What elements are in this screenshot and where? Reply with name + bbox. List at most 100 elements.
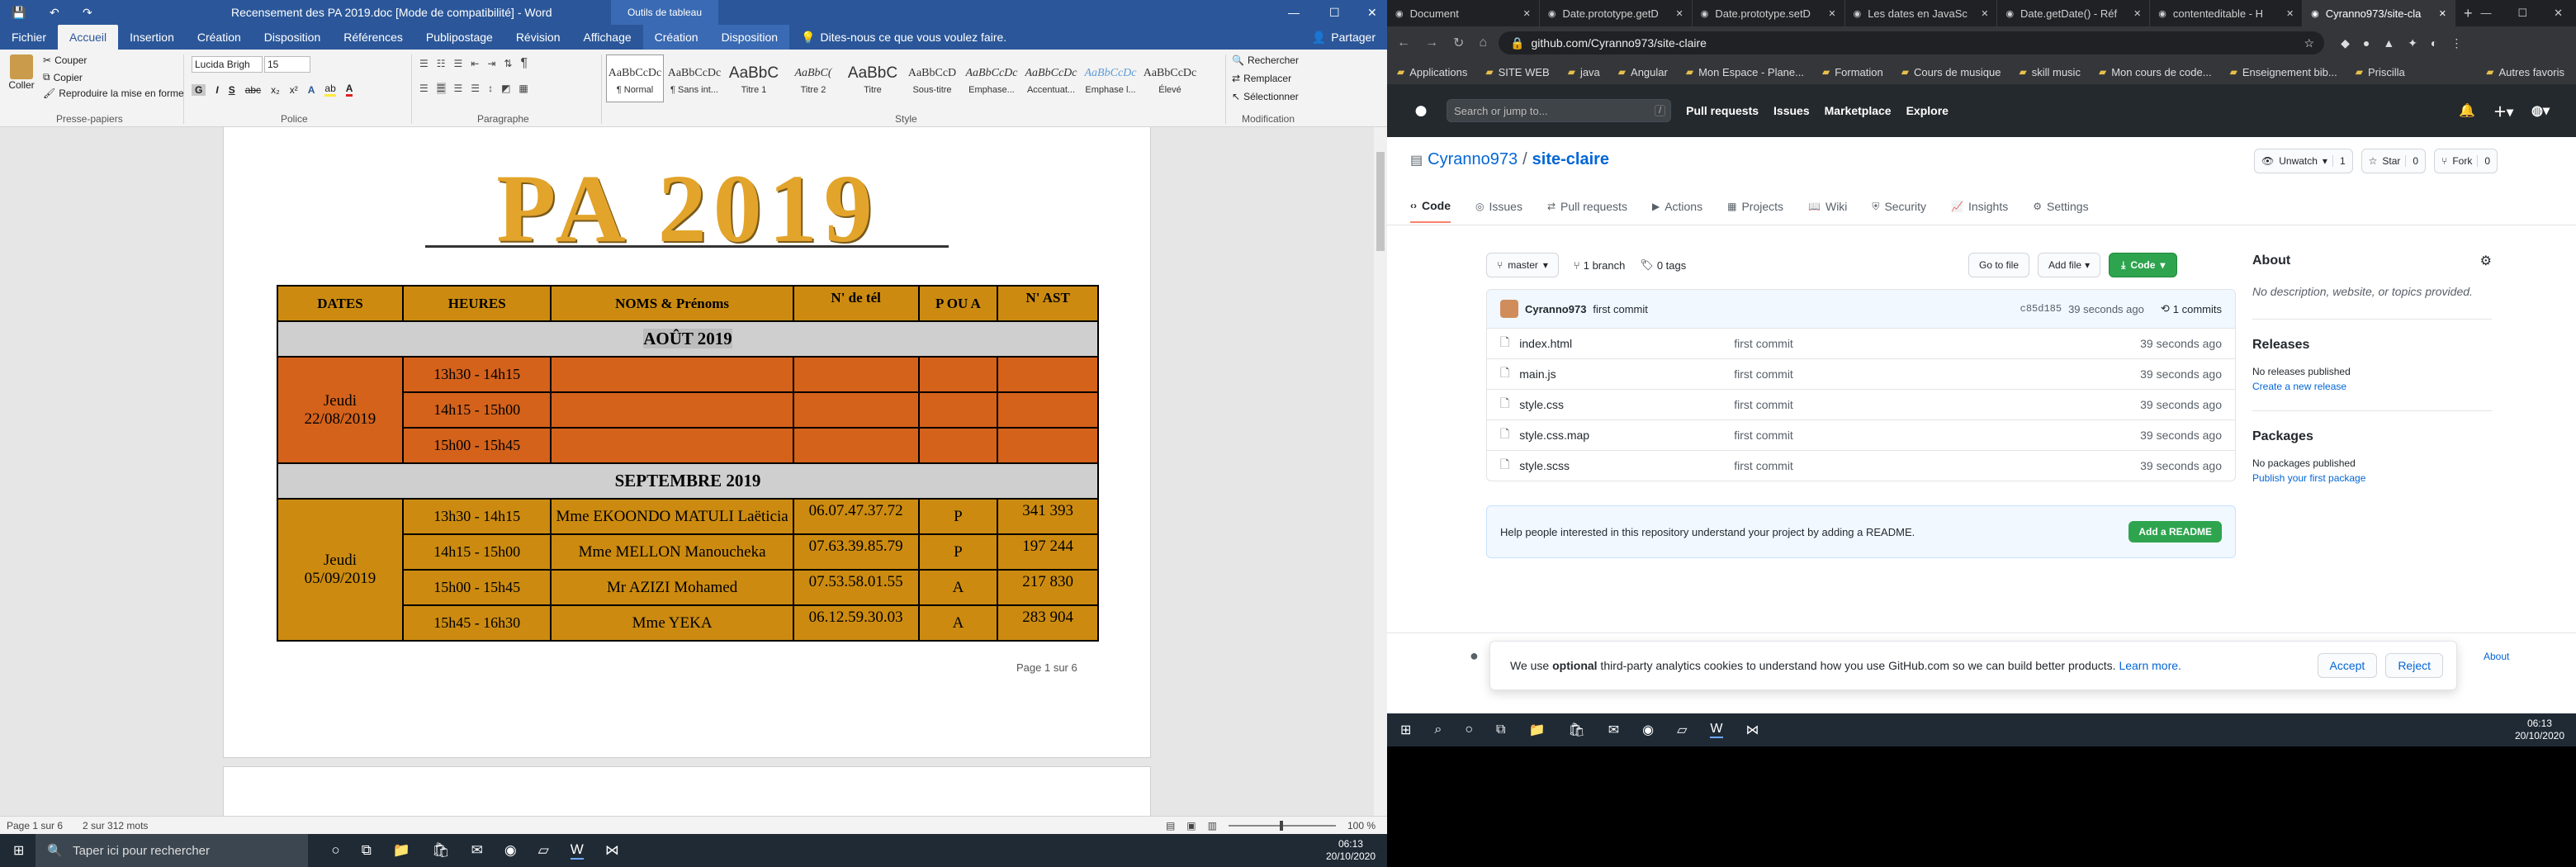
repo-tab[interactable]: ⚙ Settings	[2033, 190, 2088, 223]
store-icon[interactable]: 🛍	[1568, 722, 1584, 738]
minimize-button[interactable]: —	[1288, 6, 1300, 19]
vscode-icon[interactable]: ⋈	[1746, 722, 1759, 738]
zoom-slider[interactable]	[1228, 820, 1336, 831]
add-readme-button[interactable]: Add a README	[2129, 521, 2222, 542]
share-button[interactable]: 👤 Partager	[1312, 31, 1376, 45]
file-name[interactable]: style.css	[1519, 398, 1734, 411]
pa-cell[interactable]: P	[917, 533, 999, 571]
file-row[interactable]: 🗋 style.css.map first commit 39 seconds ago	[1487, 419, 2235, 450]
name-cell[interactable]	[550, 356, 794, 393]
tel-cell[interactable]	[792, 391, 920, 429]
tab-close-icon[interactable]: ✕	[1981, 8, 1988, 19]
bookmark-item[interactable]: ▰ Mon cours de code...	[2099, 66, 2212, 78]
bookmark-item[interactable]: ▰ SITE WEB	[1485, 66, 1549, 78]
github-footer-logo-icon[interactable]: ●	[1470, 647, 1479, 665]
bookmark-item[interactable]: ▰ Cours de musique	[1901, 66, 2001, 78]
ast-cell[interactable]: 283 904	[997, 604, 1099, 642]
bookmark-item[interactable]: ▰ Angular	[1618, 66, 1668, 78]
column-header[interactable]: DATES	[277, 285, 404, 322]
puzzle-icon[interactable]: ✦	[2408, 36, 2417, 50]
status-page[interactable]: Page 1 sur 6	[7, 820, 63, 831]
shading-icon[interactable]: ◩	[501, 83, 510, 94]
address-bar[interactable]: 🔒 github.com/Cyranno973/site-claire ☆	[1499, 31, 2325, 54]
new-tab-button[interactable]: +	[2455, 0, 2480, 26]
align-center-icon[interactable]: ☰	[436, 83, 446, 94]
time-cell[interactable]: 13h30 - 14h15	[401, 498, 552, 535]
file-commit-message[interactable]: first commit	[1734, 367, 1793, 381]
gear-icon[interactable]: ⚙	[2480, 253, 2492, 269]
bookmark-item[interactable]: ▰ Enseignement bib...	[2230, 66, 2337, 78]
web-layout-icon[interactable]: ▥	[1208, 820, 1217, 831]
tab-close-icon[interactable]: ✕	[2286, 8, 2294, 19]
cortana-icon[interactable]: ○	[1465, 722, 1473, 737]
word-icon[interactable]: W	[1710, 722, 1723, 738]
underline-button[interactable]: S	[229, 84, 235, 96]
time-cell[interactable]: 15h00 - 15h45	[401, 427, 552, 464]
menu-icon[interactable]: ⋮	[2451, 36, 2462, 50]
bookmark-item[interactable]: ▰ skill music	[2019, 66, 2080, 78]
file-name[interactable]: style.css.map	[1519, 429, 1734, 442]
file-name[interactable]: main.js	[1519, 367, 1734, 381]
replace-button[interactable]: ⇄ Remplacer	[1232, 73, 1291, 84]
tel-cell[interactable]: 06.07.47.37.72	[792, 498, 920, 535]
status-words[interactable]: 2 sur 312 mots	[83, 820, 148, 831]
close-button[interactable]: ✕	[1367, 6, 1377, 20]
select-button[interactable]: ↖ Sélectionner	[1232, 91, 1299, 102]
github-nav-link[interactable]: Pull requests	[1686, 104, 1759, 117]
tel-cell[interactable]: 06.12.59.30.03	[792, 604, 920, 642]
reject-cookies-button[interactable]: Reject	[2385, 653, 2443, 678]
go-to-file-button[interactable]: Go to file	[1968, 253, 2030, 277]
app-icon[interactable]: ▱	[538, 842, 549, 859]
extension-icon[interactable]: ▲	[2383, 36, 2394, 50]
tell-me[interactable]: 💡 Dites-nous ce que vous voulez faire.	[801, 31, 1006, 45]
font-size-select[interactable]: 15	[264, 56, 310, 73]
style-item[interactable]: AaBbCcDc Emphase...	[963, 54, 1020, 102]
footer-about-link[interactable]: About	[2484, 651, 2509, 662]
line-spacing-icon[interactable]: ↕	[488, 83, 493, 94]
taskbar-clock[interactable]: 06:13 20/10/2020	[1326, 838, 1376, 863]
browser-tab[interactable]: ◉ Date.prototype.setD ✕	[1693, 0, 1845, 26]
column-header[interactable]: N' AST	[997, 285, 1099, 322]
extension-icon[interactable]: ●	[2363, 36, 2370, 50]
undo-icon[interactable]: ↶	[50, 6, 59, 20]
align-right-icon[interactable]: ☰	[454, 83, 463, 94]
tab-close-icon[interactable]: ✕	[1828, 8, 1835, 19]
justify-icon[interactable]: ☰	[471, 83, 480, 94]
learn-more-link[interactable]: Learn more.	[2119, 659, 2181, 672]
task-view-icon[interactable]: ⧉	[362, 842, 372, 859]
read-mode-icon[interactable]: ▤	[1166, 820, 1175, 831]
explorer-icon[interactable]: 📁	[1528, 722, 1545, 738]
github-nav-link[interactable]: Marketplace	[1825, 104, 1892, 117]
bell-icon[interactable]: 🔔	[2459, 102, 2475, 119]
highlight-button[interactable]: ab	[324, 83, 336, 97]
profile-icon[interactable]: ◐	[2431, 36, 2437, 50]
tel-cell[interactable]: 07.63.39.85.79	[792, 533, 920, 571]
bookmark-item[interactable]: ▰ java	[1568, 66, 1600, 78]
commit-sha[interactable]: c85d185	[2020, 303, 2062, 315]
date-cell[interactable]: Jeudi 05/09/2019	[277, 498, 404, 642]
name-cell[interactable]: Mme EKOONDO MATULI Laëticia	[550, 498, 794, 535]
decrease-indent-icon[interactable]: ⇤	[471, 58, 479, 69]
reload-icon[interactable]: ↻	[1453, 35, 1464, 51]
file-name[interactable]: index.html	[1519, 337, 1734, 350]
ast-cell[interactable]: 217 830	[997, 569, 1099, 606]
browser-tab[interactable]: ◉ Cyranno973/site-cla ✕	[2303, 0, 2456, 26]
file-row[interactable]: 🗋 style.scss first commit 39 seconds ago	[1487, 450, 2235, 481]
ribbon-tab-7[interactable]: Révision	[504, 25, 572, 50]
create-release-link[interactable]: Create a new release	[2252, 381, 2492, 392]
time-cell[interactable]: 14h15 - 15h00	[401, 391, 552, 429]
pilcrow-icon[interactable]: ¶	[520, 56, 528, 71]
browser-tab[interactable]: ◉ contenteditable - H ✕	[2150, 0, 2304, 26]
style-item[interactable]: AaBbCcDc Élevé	[1141, 54, 1199, 102]
style-item[interactable]: AaBbC Titre 1	[725, 54, 783, 102]
style-item[interactable]: AaBbCcDc Accentuat...	[1022, 54, 1080, 102]
code-button[interactable]: ⤓ Code ▾	[2109, 253, 2178, 277]
maximize-button[interactable]: ☐	[2517, 7, 2527, 20]
browser-tab[interactable]: ◉ Date.prototype.getD ✕	[1540, 0, 1693, 26]
repo-tab[interactable]: ▶ Actions	[1652, 190, 1702, 223]
repo-name-link[interactable]: site-claire	[1532, 150, 1609, 169]
ribbon-tab-9[interactable]: Création	[642, 25, 710, 50]
style-item[interactable]: AaBbCcD Sous-titre	[903, 54, 961, 102]
increase-indent-icon[interactable]: ⇥	[487, 58, 495, 69]
repo-tab[interactable]: ⛨ Security	[1872, 190, 1926, 223]
